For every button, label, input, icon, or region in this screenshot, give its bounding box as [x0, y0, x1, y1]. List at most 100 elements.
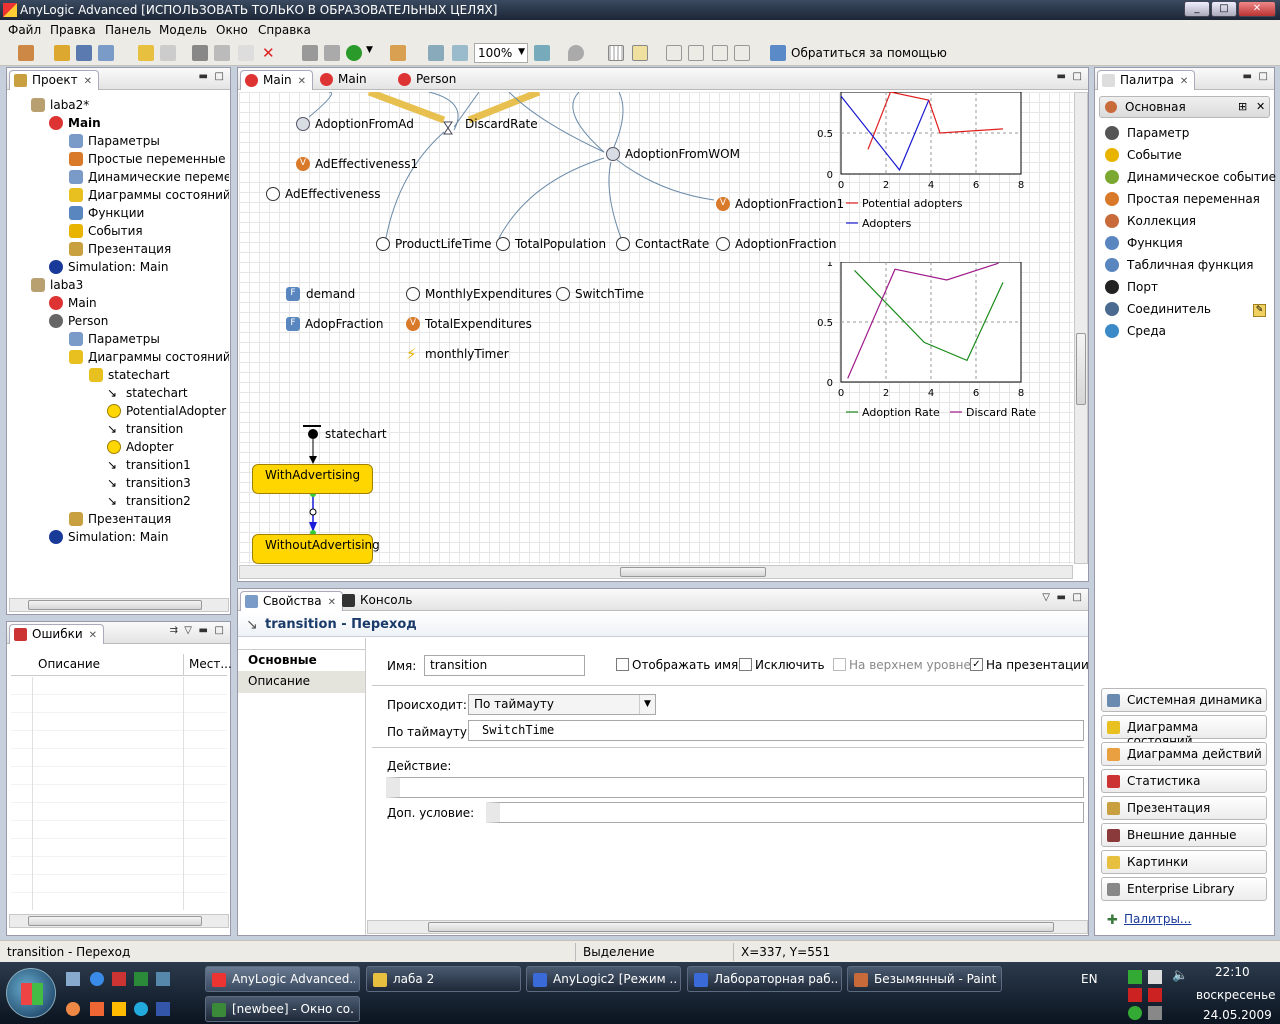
app-icon[interactable] — [90, 1002, 104, 1016]
help-button[interactable]: Обратиться за помощью — [791, 46, 947, 60]
palette-group-button[interactable]: Системная динамика — [1101, 688, 1267, 712]
minimize-icon[interactable]: ▬ — [199, 625, 208, 636]
tab-main[interactable]: Main ✕ — [240, 70, 314, 90]
menu-window[interactable]: Окно — [216, 23, 248, 37]
minimize-icon[interactable]: ▬ — [199, 71, 208, 82]
menu-panel[interactable]: Панель — [105, 23, 151, 37]
maximize-icon[interactable]: □ — [1073, 71, 1082, 82]
menu-model[interactable]: Модель — [159, 23, 207, 37]
zoom-select[interactable]: 100% ▼ — [474, 43, 528, 63]
tray-icon[interactable] — [1128, 988, 1142, 1002]
close-icon[interactable]: ✕ — [1180, 76, 1188, 87]
maximize-icon[interactable]: □ — [215, 71, 224, 82]
run-icon[interactable] — [346, 45, 362, 61]
tab-errors[interactable]: Ошибки ✕ — [9, 624, 105, 644]
palette-group-button[interactable]: Enterprise Library — [1101, 877, 1267, 901]
save-icon[interactable] — [76, 45, 92, 61]
horizontal-scrollbar[interactable] — [9, 914, 229, 928]
close-icon[interactable]: ✕ — [1256, 100, 1265, 113]
firefox-icon[interactable] — [66, 1002, 80, 1016]
taskbar-button[interactable]: лаба 2 — [366, 966, 521, 992]
top-level-checkbox[interactable] — [833, 658, 846, 671]
tray-icon[interactable] — [1128, 970, 1142, 984]
action-field[interactable] — [386, 777, 1084, 798]
maximize-button[interactable]: □ — [1211, 1, 1237, 17]
close-icon[interactable]: ✕ — [84, 76, 92, 87]
align-left-icon[interactable] — [666, 45, 682, 61]
app-icon[interactable] — [156, 1002, 170, 1016]
build-icon[interactable] — [302, 45, 318, 61]
tray-icon[interactable] — [1148, 1006, 1162, 1020]
side-tab-description[interactable]: Описание — [238, 671, 365, 693]
distribute-icon[interactable] — [734, 45, 750, 61]
filter-icon[interactable]: ⇉ — [170, 625, 178, 636]
palette-group-button[interactable]: Диаграмма действий — [1101, 742, 1267, 766]
maximize-icon[interactable]: □ — [1259, 71, 1268, 82]
app-icon[interactable] — [156, 972, 170, 986]
taskbar-button[interactable]: AnyLogic2 [Режим ... — [526, 966, 681, 992]
app-icon[interactable] — [112, 972, 126, 986]
timeout-field[interactable]: SwitchTime — [468, 720, 1084, 741]
tray-icon[interactable] — [1128, 1006, 1142, 1020]
close-icon[interactable]: ✕ — [328, 597, 336, 608]
show-desktop-icon[interactable] — [66, 972, 80, 986]
occurs-select[interactable]: По таймауту ▼ — [468, 694, 656, 715]
app-icon[interactable] — [134, 972, 148, 986]
layout-icon[interactable]: ⊞ — [1238, 100, 1247, 113]
close-icon[interactable]: ✕ — [89, 630, 97, 641]
marker-icon[interactable] — [568, 45, 584, 61]
palette-group-button[interactable]: Внешние данные — [1101, 823, 1267, 847]
zoom-in-icon[interactable] — [534, 45, 550, 61]
pencil-icon[interactable]: ✎ — [1253, 304, 1266, 317]
name-field[interactable]: transition — [424, 655, 585, 676]
close-button[interactable]: ✕ — [1238, 1, 1276, 17]
menu-help[interactable]: Справка — [258, 23, 311, 37]
redo-icon[interactable] — [160, 45, 176, 61]
cut-icon[interactable] — [192, 45, 208, 61]
horizontal-scrollbar[interactable] — [9, 598, 229, 612]
tray-icon[interactable] — [1148, 970, 1162, 984]
horizontal-scrollbar[interactable] — [367, 920, 1088, 934]
delete-icon[interactable]: ✕ — [262, 45, 278, 61]
vertical-scrollbar[interactable] — [1074, 92, 1088, 564]
palette-group-button[interactable]: Диаграмма состояний — [1101, 715, 1267, 748]
start-button[interactable] — [6, 968, 56, 1018]
palette-group-button[interactable]: Презентация — [1101, 796, 1267, 820]
tab-console[interactable]: Консоль — [338, 591, 418, 611]
volume-icon[interactable]: 🔈 — [1172, 968, 1188, 983]
minimize-icon[interactable]: ▬ — [1057, 592, 1066, 603]
app-icon[interactable] — [112, 1002, 126, 1016]
guard-field[interactable] — [486, 802, 1084, 823]
chart-adopters[interactable]: 0 2 4 6 8 0 0.5 Potential adopters Adopters — [809, 92, 1069, 242]
state-with-advertising[interactable]: WithAdvertising — [252, 464, 373, 494]
align-right-icon[interactable] — [712, 45, 728, 61]
palette-group-button[interactable]: Картинки — [1101, 850, 1267, 874]
palettes-link[interactable]: Палитры... — [1124, 912, 1191, 926]
view-menu-icon[interactable]: ▽ — [1042, 592, 1050, 603]
taskbar-button[interactable]: Лабораторная раб... — [687, 966, 842, 992]
menu-file[interactable]: Файл — [8, 23, 41, 37]
grid-icon[interactable] — [608, 45, 624, 61]
close-icon[interactable]: ✕ — [298, 76, 306, 87]
palette-section-basic[interactable]: Основная ⊞ ✕ — [1099, 96, 1270, 118]
side-tab-general[interactable]: Основные — [238, 649, 365, 671]
column-location[interactable]: Мест... — [189, 657, 232, 671]
build-all-icon[interactable] — [324, 45, 340, 61]
maximize-icon[interactable]: □ — [215, 625, 224, 636]
snap-icon[interactable] — [632, 45, 648, 61]
minimize-button[interactable]: _ — [1184, 1, 1210, 17]
minimize-icon[interactable]: ▬ — [1243, 71, 1252, 82]
taskbar-button[interactable]: Безымянный - Paint — [847, 966, 1002, 992]
taskbar-button[interactable]: [newbee] - Окно со... — [205, 996, 360, 1022]
skype-icon[interactable] — [134, 1002, 148, 1016]
new-model-icon[interactable] — [18, 45, 34, 61]
internet-explorer-icon[interactable] — [90, 972, 104, 986]
diagram-canvas[interactable]: AdoptionFromAd DiscardRate AdoptionFromW… — [239, 92, 1073, 564]
tab-main-2[interactable]: Main — [316, 70, 373, 90]
tab-project[interactable]: Проект ✕ — [9, 70, 99, 90]
zoom-out-icon[interactable] — [452, 45, 468, 61]
undo-icon[interactable] — [138, 45, 154, 61]
align-center-icon[interactable] — [688, 45, 704, 61]
maximize-icon[interactable]: □ — [1073, 592, 1082, 603]
column-description[interactable]: Описание — [38, 657, 100, 671]
